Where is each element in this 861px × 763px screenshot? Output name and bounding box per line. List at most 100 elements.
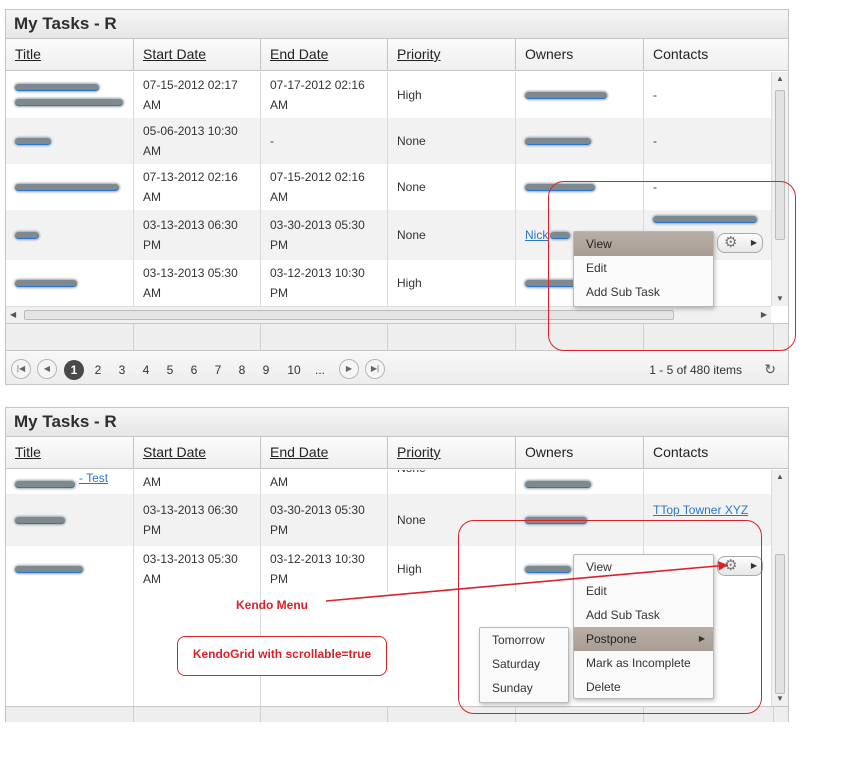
end-date: 07-15-2012 02:16 <box>270 170 365 184</box>
owners-cell[interactable] <box>516 118 644 164</box>
page-number[interactable]: 7 <box>208 360 228 380</box>
start-date-ampm: PM <box>143 523 161 537</box>
start-date-cell: 05-06-2013 10:30 AM <box>134 118 261 164</box>
last-page-icon[interactable]: ▶| <box>365 359 385 379</box>
start-date-ampm: AM <box>143 286 161 300</box>
table-row[interactable]: 07-15-2012 02:17 AM 07-17-2012 02:16 AM Hi… <box>6 72 771 118</box>
grid-title: My Tasks - R <box>6 10 788 39</box>
start-date: 07-15-2012 02:17 <box>143 78 238 92</box>
start-date-cell: 07-13-2012 02:16 AM <box>134 164 261 210</box>
column-header-start-date[interactable]: Start Date <box>134 39 261 71</box>
previous-page-icon[interactable]: ◀ <box>37 359 57 379</box>
column-header-title[interactable]: Title <box>6 39 134 71</box>
page-number[interactable]: 3 <box>112 360 132 380</box>
contact-link[interactable]: TTop Towner XYZ <box>653 500 748 520</box>
scroll-left-arrow-icon[interactable]: ◀ <box>10 310 16 319</box>
footer-cell <box>261 707 388 722</box>
redacted-title-link[interactable] <box>15 279 77 287</box>
redacted-owner-link[interactable] <box>525 481 591 488</box>
end-date-cell: 07-17-2012 02:16 AM <box>261 72 388 118</box>
page-number[interactable]: 2 <box>88 360 108 380</box>
column-header-contacts: Contacts <box>644 437 774 469</box>
page-ellipsis[interactable]: ... <box>310 360 330 380</box>
page-number[interactable]: 9 <box>256 360 276 380</box>
title-cell[interactable] <box>6 118 134 164</box>
start-date: 03-13-2013 05:30 <box>143 552 238 566</box>
end-date-cell: 03-12-2013 10:30 PM <box>261 260 388 306</box>
start-date-ampm: AM <box>143 572 161 586</box>
title-cell[interactable] <box>6 546 134 592</box>
owner-link[interactable]: Nick <box>525 225 548 245</box>
owners-cell[interactable] <box>516 470 644 494</box>
table-row[interactable]: 05-06-2013 10:30 AM - None - <box>6 118 771 164</box>
redacted-title-link[interactable] <box>15 84 99 91</box>
footer-cell <box>6 707 134 722</box>
priority-cell: None <box>388 210 516 260</box>
page-number-current[interactable]: 1 <box>64 360 84 380</box>
refresh-icon[interactable]: ↻ <box>764 361 776 378</box>
title-cell[interactable] <box>6 260 134 306</box>
priority-cell: None <box>388 164 516 210</box>
column-header-priority[interactable]: Priority <box>388 39 516 71</box>
redacted-title-link[interactable] <box>15 516 65 524</box>
pager-info: 1 - 5 of 480 items <box>649 363 742 377</box>
column-header-start-date[interactable]: Start Date <box>134 437 261 469</box>
page-number[interactable]: 10 <box>282 360 306 380</box>
first-page-icon[interactable]: |◀ <box>11 359 31 379</box>
start-date: 03-13-2013 05:30 <box>143 266 238 280</box>
redacted-title-link[interactable] <box>15 99 123 106</box>
vertical-scrollbar-thumb[interactable] <box>775 554 785 694</box>
title-cell[interactable]: - Test <box>6 470 134 494</box>
column-header-end-date[interactable]: End Date <box>261 39 388 71</box>
grid-header: Title Start Date End Date Priority Owner… <box>6 437 774 469</box>
annotation-kendo-menu: Kendo Menu <box>236 598 308 612</box>
scroll-up-arrow-icon[interactable]: ▲ <box>776 472 784 481</box>
start-date-ampm: AM <box>143 144 161 158</box>
page-number[interactable]: 6 <box>184 360 204 380</box>
page-number[interactable]: 4 <box>136 360 156 380</box>
scroll-down-arrow-icon[interactable]: ▼ <box>776 694 784 703</box>
page-number[interactable]: 5 <box>160 360 180 380</box>
column-header-contacts: Contacts <box>644 39 774 71</box>
end-date-cell: - <box>261 118 388 164</box>
table-row[interactable]: - Test AM AM None <box>6 470 771 494</box>
priority-cell: None <box>388 118 516 164</box>
column-header-owners: Owners <box>516 437 644 469</box>
title-cell[interactable] <box>6 494 134 546</box>
contacts-cell <box>644 470 771 494</box>
title-link-suffix[interactable]: - Test <box>79 470 108 488</box>
start-date: 05-06-2013 10:30 <box>143 124 238 138</box>
end-date: 03-12-2013 10:30 <box>270 266 365 280</box>
grid-pager: |◀ ◀ 1 2 3 4 5 6 7 8 9 10 ... ▶ ▶| 1 - 5… <box>6 351 788 384</box>
column-header-priority[interactable]: Priority <box>388 437 516 469</box>
footer-cell <box>134 324 261 350</box>
title-cell[interactable] <box>6 210 134 260</box>
redacted-owner-link[interactable] <box>525 91 607 99</box>
grid-header: Title Start Date End Date Priority Owner… <box>6 39 774 71</box>
title-cell[interactable] <box>6 164 134 210</box>
redacted-title-link[interactable] <box>15 231 39 239</box>
redacted-owner-link[interactable] <box>525 137 591 145</box>
scroll-up-arrow-icon[interactable]: ▲ <box>776 74 784 83</box>
owners-cell[interactable] <box>516 72 644 118</box>
end-date-cell: AM <box>261 470 388 494</box>
redacted-title-link[interactable] <box>15 565 83 573</box>
end-date-ampm: PM <box>270 238 288 252</box>
end-date-ampm: PM <box>270 523 288 537</box>
footer-cell <box>261 324 388 350</box>
page-number[interactable]: 8 <box>232 360 252 380</box>
end-date: 07-17-2012 02:16 <box>270 78 365 92</box>
vertical-scrollbar[interactable]: ▲ ▼ <box>771 470 788 706</box>
title-cell[interactable] <box>6 72 134 118</box>
start-date: 03-13-2013 06:30 <box>143 218 238 232</box>
redacted-title-link[interactable] <box>15 481 75 488</box>
next-page-icon[interactable]: ▶ <box>339 359 359 379</box>
end-date-cell: 07-15-2012 02:16 AM <box>261 164 388 210</box>
column-header-title[interactable]: Title <box>6 437 134 469</box>
redacted-title-link[interactable] <box>15 183 119 191</box>
footer-cell <box>6 324 134 350</box>
redacted-title-link[interactable] <box>15 137 51 145</box>
column-header-end-date[interactable]: End Date <box>261 437 388 469</box>
annotation-kendo-grid: KendoGrid with scrollable=true <box>177 636 387 676</box>
priority-cell: None <box>388 470 516 494</box>
